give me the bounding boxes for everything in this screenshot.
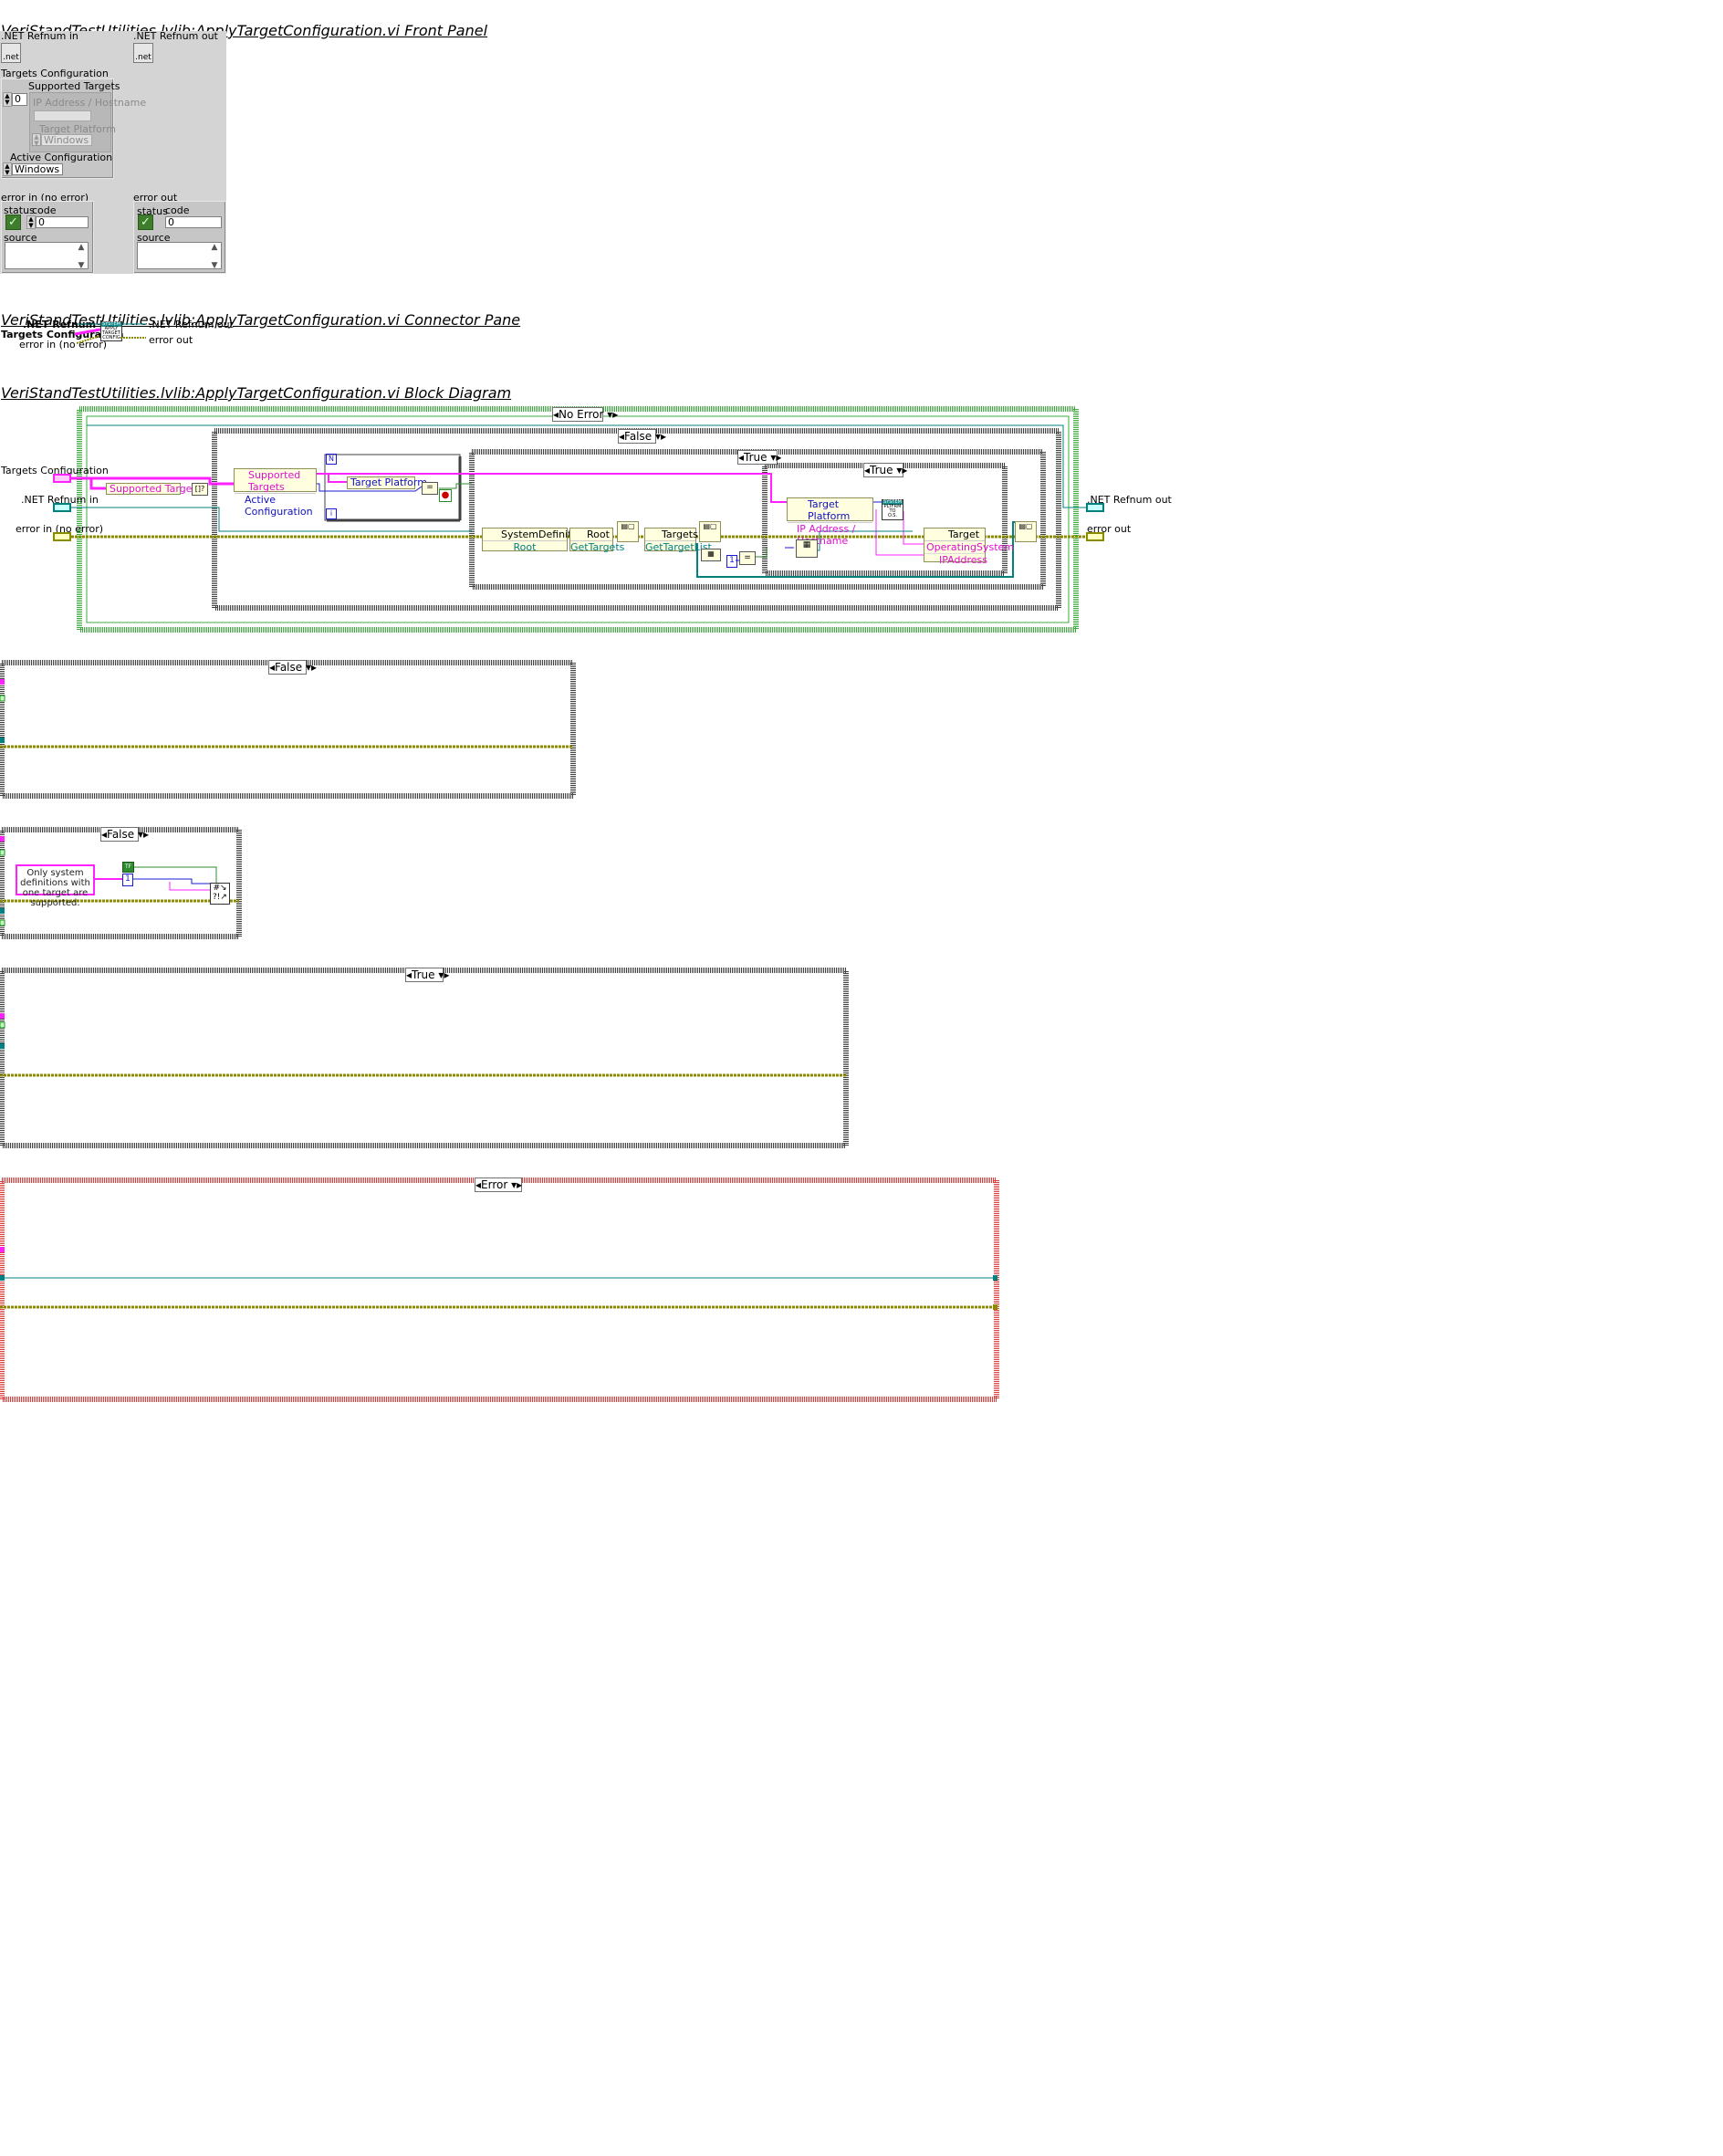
target-prop-ip: IPAddress (939, 554, 987, 566)
close-reference-icon[interactable]: ▤▢ (1015, 521, 1037, 542)
net-refnum-in-terminal[interactable] (53, 503, 71, 512)
block-diagram-canvas (0, 323, 1086, 1402)
case-label: False (275, 661, 303, 674)
loop-count-terminal[interactable]: N (326, 454, 337, 465)
case-label: True (412, 968, 435, 981)
case-selector-no-error[interactable]: ◂No Error ▾▸ (552, 407, 618, 422)
unbundle-inner[interactable]: Target Platform IP Address / Hostname (787, 497, 873, 547)
case-label: False (107, 828, 135, 841)
error-in-terminal[interactable] (53, 532, 71, 541)
icon-line: O.S. (887, 513, 898, 518)
unbundle-supported-targets[interactable]: Supported Targets (106, 483, 202, 495)
case-selector-true-sub3[interactable]: ◂True ▾▸ (405, 968, 449, 982)
close-reference-icon[interactable]: ▤▢ (699, 521, 721, 542)
loop-index-terminal[interactable]: i (326, 508, 337, 519)
error-cluster-from-code-icon[interactable]: #↘ ?!↗ (210, 883, 230, 905)
root-method-label: GetTargets (570, 541, 625, 553)
unbundle-targets-config[interactable]: Supported Targets Active Configuration (234, 468, 317, 518)
unbundle-field-active: Active Configuration (245, 494, 313, 518)
unbundle-target-platform[interactable]: Target Platform (347, 476, 427, 489)
target-node-label: Target (924, 529, 985, 541)
sysdef-property-node[interactable]: SystemDefinition Root (482, 528, 587, 553)
case-label: False (624, 430, 653, 443)
targets-method-label: GetTargetList (645, 541, 712, 553)
equal-icon[interactable]: = (422, 482, 438, 495)
error-out-terminal[interactable] (1086, 532, 1104, 541)
equal-icon[interactable]: = (739, 551, 756, 565)
case-selector-error[interactable]: ◂Error ▾▸ (475, 1177, 522, 1192)
targets-invoke-node[interactable]: Targets GetTargetList (644, 528, 712, 553)
target-property-node[interactable]: Target OperatingSystem IPAddress (924, 528, 1015, 566)
target-prop-os: OperatingSystem (924, 541, 1015, 554)
index-array-icon[interactable]: ▦ (796, 539, 818, 558)
case-selector-false-sub1[interactable]: ◂False ▾▸ (268, 660, 317, 675)
case-selector-false[interactable]: ◂False ▾▸ (618, 429, 666, 444)
array-size-icon[interactable]: []? (192, 483, 208, 496)
case-label: True (870, 464, 893, 476)
close-reference-icon[interactable]: ▤▢ (617, 521, 639, 542)
net-refnum-out-terminal[interactable] (1086, 503, 1104, 512)
numeric-constant[interactable]: 1 (122, 874, 133, 886)
case-selector-false-sub2[interactable]: ◂False ▾▸ (100, 827, 149, 842)
targets-config-terminal[interactable] (53, 474, 71, 483)
boolean-constant[interactable]: TF (122, 862, 134, 873)
case-selector-true-1[interactable]: ◂True ▾▸ (737, 450, 781, 465)
sysdef-node-label: SystemDefinition (483, 529, 587, 541)
unbundle-field-supported: Supported Targets (235, 469, 316, 494)
platform-to-os-icon[interactable]: SYSTEM PLTFRM TO O.S. (882, 499, 903, 520)
error-message-constant[interactable]: Only system definitions with one target … (16, 864, 95, 908)
case-label: Error (481, 1178, 508, 1191)
unbundle-inner-platform: Target Platform (788, 498, 872, 523)
case-selector-true-2[interactable]: ◂True ▾▸ (863, 463, 907, 477)
array-size-icon[interactable]: ▦ (701, 549, 721, 561)
stop-condition-icon[interactable]: ● (439, 489, 452, 502)
numeric-constant[interactable]: 1 (726, 555, 737, 568)
root-invoke-node[interactable]: Root GetTargets (569, 528, 625, 553)
case-label: No Error (559, 408, 604, 421)
targets-node-label: Targets (645, 529, 698, 541)
root-node-label: Root (570, 529, 612, 541)
sysdef-root-prop: Root (513, 541, 537, 553)
case-label: True (744, 451, 768, 464)
